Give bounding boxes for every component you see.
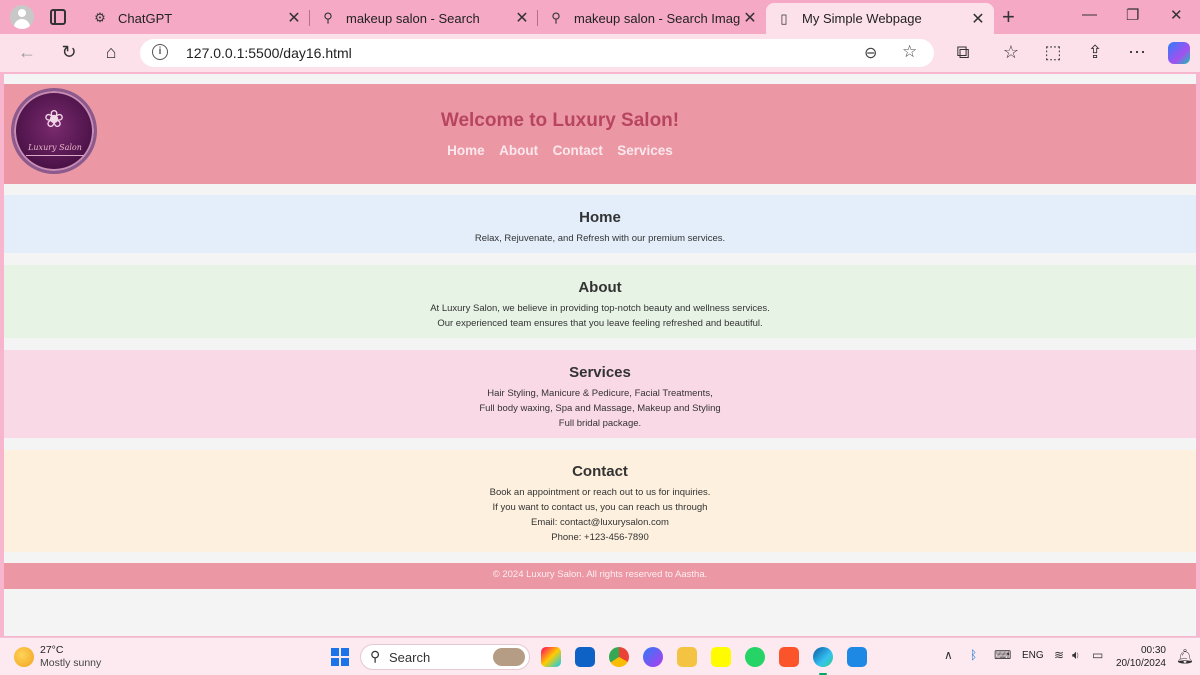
wifi-icon[interactable]: ≋ — [1054, 648, 1064, 662]
contact-email: Email: contact@luxurysalon.com — [531, 517, 669, 528]
browser-toolbar: ← ↻ ⌂ i 127.0.0.1:5500/day16.html ⊖ ☆ ⧉ … — [0, 34, 1200, 72]
chatgpt-icon: ⚙ — [94, 10, 106, 25]
outlook-icon[interactable] — [575, 647, 595, 667]
section-text: Hair Styling, Manicure & Pedicure, Facia… — [487, 388, 713, 399]
notification-bell-icon[interactable]: 🔔︎ — [1176, 648, 1194, 665]
section-text: At Luxury Salon, we believe in providing… — [430, 303, 770, 314]
zoom-icon[interactable]: ⊖ — [864, 43, 877, 63]
tab-makeup-search[interactable]: ⚲ makeup salon - Search ✕ — [310, 3, 538, 33]
weather-description[interactable]: Mostly sunny — [40, 657, 101, 669]
clock-date: 20/10/2024 — [1115, 658, 1166, 669]
section-heading: About — [578, 279, 622, 296]
site-info-icon[interactable]: i — [152, 44, 168, 60]
copilot-app-icon[interactable] — [541, 647, 561, 667]
section-heading: Contact — [572, 463, 628, 480]
section-text: If you want to contact us, you can reach… — [492, 502, 708, 513]
search-icon: ⚲ — [370, 648, 381, 664]
tab-my-simple-webpage[interactable]: ▯ My Simple Webpage ✕ — [766, 3, 994, 34]
close-tab-icon[interactable]: ✕ — [284, 8, 304, 28]
windows-taskbar: 27°C Mostly sunny ⚲ Search ∧ ᛒ ⌨ ENG ≋ 🔉… — [0, 637, 1200, 675]
clock-time: 00:30 — [1140, 645, 1166, 656]
section-heading: Services — [569, 364, 631, 381]
system-clock[interactable]: 00:30 20/10/2024 — [1114, 644, 1166, 670]
vscode-icon[interactable] — [847, 647, 867, 667]
close-tab-icon[interactable]: ✕ — [968, 9, 988, 29]
site-footer: © 2024 Luxury Salon. All rights reserved… — [4, 563, 1196, 589]
sun-icon[interactable] — [14, 647, 34, 667]
taskbar-search-label: Search — [389, 650, 431, 665]
site-title: Welcome to Luxury Salon! — [440, 110, 680, 131]
chrome-icon[interactable] — [609, 647, 629, 667]
site-nav: Home About Contact Services — [4, 142, 1116, 160]
section-text: Full bridal package. — [558, 418, 642, 429]
snapchat-icon[interactable] — [711, 647, 731, 667]
minimize-icon[interactable]: — — [1082, 6, 1097, 23]
page-viewport: ❀ Luxury Salon Welcome to Luxury Salon! … — [4, 74, 1196, 636]
tab-actions-icon[interactable] — [50, 9, 66, 25]
tab-chatgpt[interactable]: ⚙ ChatGPT ✕ — [82, 3, 310, 33]
messenger-icon[interactable] — [643, 647, 663, 667]
section-text: Book an appointment or reach out to us f… — [489, 487, 711, 498]
more-options-icon[interactable]: ⋯ — [1126, 42, 1148, 63]
close-window-icon[interactable]: ✕ — [1170, 6, 1183, 24]
restore-icon[interactable]: ❐ — [1126, 6, 1139, 24]
profile-avatar-icon[interactable] — [10, 5, 34, 29]
brave-icon[interactable] — [779, 647, 799, 667]
battery-icon[interactable]: ▭ — [1092, 648, 1103, 662]
whatsapp-icon[interactable] — [745, 647, 765, 667]
file-explorer-icon[interactable] — [677, 647, 697, 667]
refresh-icon[interactable]: ↻ — [58, 42, 80, 63]
nav-link-contact[interactable]: Contact — [553, 143, 603, 158]
share-icon[interactable]: ⇪ — [1084, 42, 1106, 63]
copilot-icon[interactable] — [1168, 42, 1190, 64]
section-services: Services Hair Styling, Manicure & Pedicu… — [4, 350, 1196, 438]
section-about: About At Luxury Salon, we believe in pro… — [4, 265, 1196, 338]
contact-phone: Phone: +123-456-7890 — [551, 532, 649, 543]
show-hidden-icons-icon[interactable]: ∧ — [944, 648, 953, 662]
close-tab-icon[interactable]: ✕ — [740, 8, 760, 28]
site-header: ❀ Luxury Salon Welcome to Luxury Salon! … — [4, 84, 1196, 184]
home-icon[interactable]: ⌂ — [100, 42, 122, 63]
section-text: Relax, Rejuvenate, and Refresh with our … — [474, 233, 726, 244]
favorites-icon[interactable]: ☆ — [1000, 42, 1022, 63]
windows-start-icon[interactable] — [331, 648, 349, 666]
bluetooth-icon[interactable]: ᛒ — [970, 648, 977, 662]
tab-title: My Simple Webpage — [802, 11, 922, 26]
address-bar[interactable]: i 127.0.0.1:5500/day16.html ⊖ ☆ — [140, 39, 934, 67]
back-icon[interactable]: ← — [16, 42, 38, 63]
tab-strip: ⚙ ChatGPT ✕ ⚲ makeup salon - Search ✕ ⚲ … — [0, 0, 1200, 34]
extensions-icon[interactable]: ⧉ — [952, 42, 974, 63]
screenshot-icon[interactable]: ⬚ — [1042, 42, 1064, 63]
search-highlight-icon — [493, 648, 525, 666]
section-heading: Home — [579, 209, 621, 226]
section-contact: Contact Book an appointment or reach out… — [4, 450, 1196, 552]
tab-makeup-images[interactable]: ⚲ makeup salon - Search Images ✕ — [538, 3, 766, 33]
volume-icon[interactable]: 🔉︎ — [1072, 648, 1080, 663]
section-text: Full body waxing, Spa and Massage, Makeu… — [479, 403, 721, 414]
favorite-star-icon[interactable]: ☆ — [902, 42, 917, 62]
weather-temperature[interactable]: 27°C — [40, 644, 63, 656]
nav-link-services[interactable]: Services — [617, 143, 673, 158]
section-text: Our experienced team ensures that you le… — [437, 318, 763, 329]
nav-link-home[interactable]: Home — [447, 143, 485, 158]
close-tab-icon[interactable]: ✕ — [512, 8, 532, 28]
tab-title: ChatGPT — [118, 10, 173, 26]
section-home: Home Relax, Rejuvenate, and Refresh with… — [4, 195, 1196, 253]
tab-title: makeup salon - Search Images — [574, 10, 740, 26]
taskbar-search[interactable]: ⚲ Search — [360, 644, 530, 670]
url-text[interactable]: 127.0.0.1:5500/day16.html — [186, 45, 352, 61]
new-tab-icon[interactable]: + — [1002, 4, 1015, 30]
page-icon: ▯ — [780, 10, 788, 26]
edge-icon[interactable] — [813, 647, 833, 675]
tab-title: makeup salon - Search — [346, 10, 480, 26]
search-icon: ⚲ — [323, 10, 333, 25]
nav-link-about[interactable]: About — [499, 143, 538, 158]
keyboard-icon[interactable]: ⌨ — [994, 648, 1011, 662]
search-icon: ⚲ — [551, 10, 561, 25]
language-indicator[interactable]: ENG — [1022, 650, 1044, 661]
